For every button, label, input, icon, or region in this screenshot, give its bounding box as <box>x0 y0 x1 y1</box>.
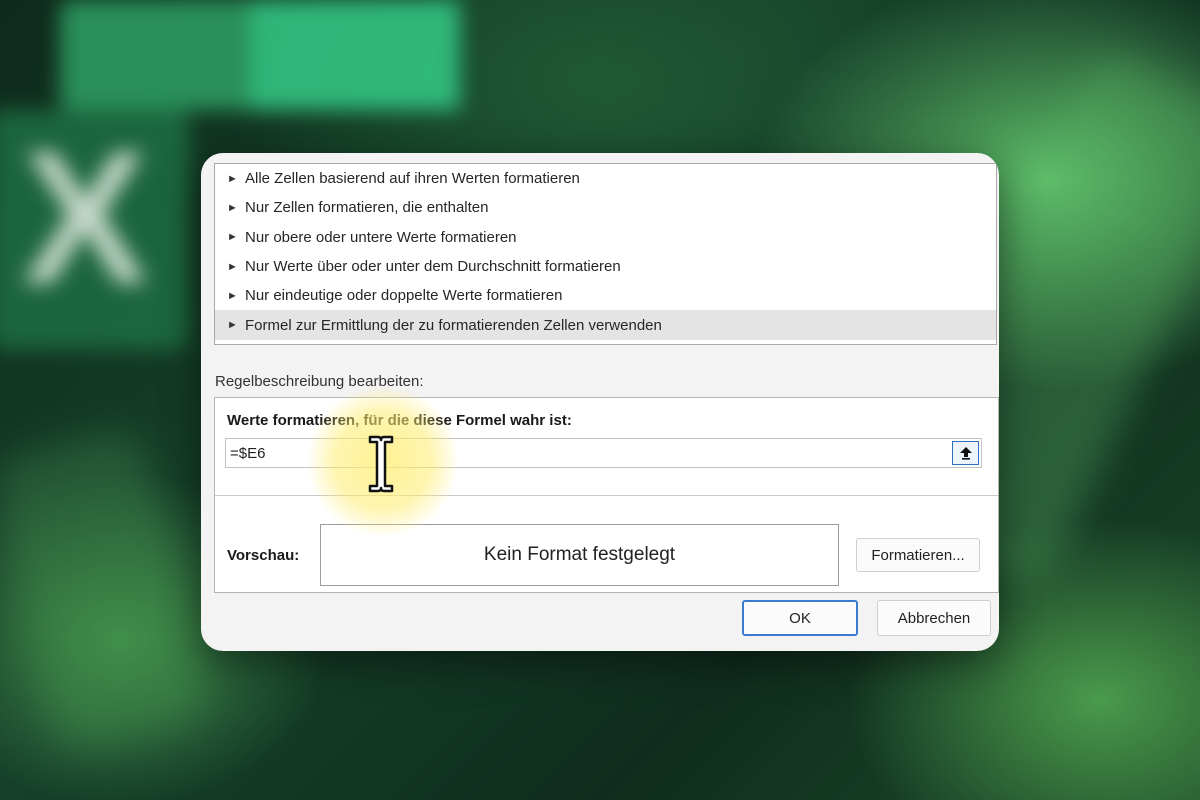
rule-type-label: Nur eindeutige oder doppelte Werte forma… <box>245 287 563 305</box>
arrow-up-icon <box>959 447 972 460</box>
collapse-dialog-button[interactable] <box>952 441 979 465</box>
rule-type-list[interactable]: ► Alle Zellen basierend auf ihren Werten… <box>214 163 997 345</box>
rule-type-label: Nur Werte über oder unter dem Durchschni… <box>245 258 621 276</box>
preview-box: Kein Format festgelegt <box>320 524 839 586</box>
arrow-right-icon: ► <box>227 289 238 302</box>
cancel-button[interactable]: Abbrechen <box>877 600 991 636</box>
rule-description-label: Regelbeschreibung bearbeiten: <box>215 373 424 390</box>
arrow-right-icon: ► <box>227 231 238 244</box>
rule-type-label: Nur Zellen formatieren, die enthalten <box>245 199 489 217</box>
arrow-right-icon: ► <box>227 201 238 214</box>
rule-type-label: Alle Zellen basierend auf ihren Werten f… <box>245 170 580 188</box>
arrow-right-icon: ► <box>227 319 238 332</box>
rule-type-item[interactable]: ► Nur Werte über oder unter dem Durchsch… <box>215 252 996 281</box>
format-button[interactable]: Formatieren... <box>856 538 980 572</box>
divider <box>215 495 998 496</box>
rule-type-item-selected[interactable]: ► Formel zur Ermittlung der zu formatier… <box>215 310 996 340</box>
conditional-format-dialog: ► Alle Zellen basierend auf ihren Werten… <box>201 153 999 651</box>
rule-type-item[interactable]: ► Nur Zellen formatieren, die enthalten <box>215 193 996 222</box>
rule-type-label: Nur obere oder untere Werte formatieren <box>245 228 517 246</box>
rule-type-label-partial <box>229 153 233 159</box>
arrow-right-icon: ► <box>227 260 238 273</box>
preview-label: Vorschau: <box>227 547 300 564</box>
background-decoration <box>0 424 217 756</box>
formula-input[interactable] <box>225 438 982 468</box>
excel-x-icon: X <box>21 112 149 324</box>
preview-text: Kein Format festgelegt <box>483 544 676 565</box>
rule-description-panel: Werte formatieren, für die diese Formel … <box>214 397 999 593</box>
rule-type-label: Formel zur Ermittlung der zu formatieren… <box>245 316 662 334</box>
rule-type-item[interactable]: ► Nur eindeutige oder doppelte Werte for… <box>215 281 996 310</box>
ok-button[interactable]: OK <box>742 600 858 636</box>
rule-type-item[interactable]: ► Nur obere oder untere Werte formatiere… <box>215 223 996 252</box>
arrow-right-icon: ► <box>227 172 238 185</box>
rule-type-item[interactable]: ► Alle Zellen basierend auf ihren Werten… <box>215 164 996 193</box>
formula-heading: Werte formatieren, für die diese Formel … <box>227 412 572 429</box>
